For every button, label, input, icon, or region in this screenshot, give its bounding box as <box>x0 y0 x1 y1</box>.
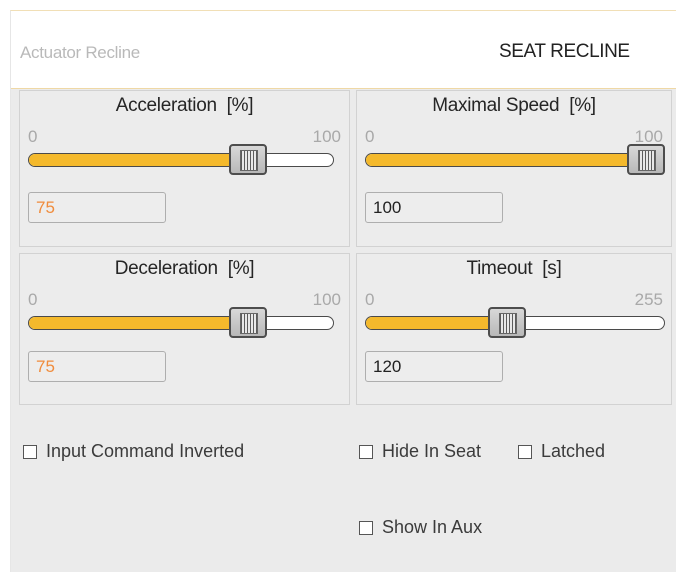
acceleration-slider-fill <box>29 154 257 166</box>
latched-checkbox[interactable]: Latched <box>518 441 605 462</box>
timeout-title: Timeout [s] <box>466 258 562 279</box>
hide-in-seat-checkbox[interactable]: Hide In Seat <box>359 441 481 462</box>
input-command-inverted-checkbox[interactable]: Input Command Inverted <box>23 441 244 462</box>
checkbox-box[interactable] <box>23 444 37 459</box>
timeout-group: Timeout [s] 0 255 120 <box>356 253 672 405</box>
deceleration-slider-thumb[interactable] <box>229 307 267 338</box>
acceleration-slider-thumb[interactable] <box>229 144 267 175</box>
deceleration-value-field[interactable]: 75 <box>28 351 166 382</box>
timeout-slider-fill <box>366 317 507 329</box>
deceleration-title: Deceleration [%] <box>114 258 255 279</box>
deceleration-slider-fill <box>29 317 257 329</box>
window: Actuator Recline SEAT RECLINE Accelerati… <box>0 0 676 572</box>
timeout-min-label: 0 <box>365 290 375 309</box>
acceleration-group: Acceleration [%] 0 100 75 <box>19 90 350 247</box>
maximal-speed-group: Maximal Speed [%] 0 100 100 <box>356 90 672 247</box>
panel-title: SEAT RECLINE <box>499 41 630 62</box>
deceleration-min-label: 0 <box>28 290 38 309</box>
maximal-speed-min-label: 0 <box>365 127 375 146</box>
acceleration-slider-track[interactable] <box>28 153 334 167</box>
checkbox-box[interactable] <box>518 444 532 459</box>
timeout-max-label: 255 <box>634 290 663 309</box>
deceleration-max-label: 100 <box>312 290 341 309</box>
deceleration-group: Deceleration [%] 0 100 75 <box>19 253 350 405</box>
maximal-speed-value-field[interactable]: 100 <box>365 192 503 223</box>
timeout-slider-thumb[interactable] <box>488 307 527 338</box>
header-bar: Actuator Recline SEAT RECLINE <box>11 11 676 89</box>
maximal-speed-slider-track[interactable] <box>365 153 665 167</box>
timeout-value-field[interactable]: 120 <box>365 351 503 382</box>
acceleration-value-field[interactable]: 75 <box>28 192 166 223</box>
maximal-speed-slider-thumb[interactable] <box>627 144 665 175</box>
acceleration-max-label: 100 <box>312 127 341 146</box>
show-in-aux-label: Show In Aux <box>382 517 483 537</box>
deceleration-slider-track[interactable] <box>28 316 334 330</box>
hide-in-seat-label: Hide In Seat <box>382 441 482 461</box>
show-in-aux-checkbox[interactable]: Show In Aux <box>359 517 482 538</box>
acceleration-title: Acceleration [%] <box>115 95 254 116</box>
checkbox-box[interactable] <box>359 444 373 459</box>
actuator-label: Actuator Recline <box>20 43 140 62</box>
maximal-speed-title: Maximal Speed [%] <box>432 95 596 116</box>
actuator-panel: Actuator Recline SEAT RECLINE Accelerati… <box>10 10 676 572</box>
acceleration-min-label: 0 <box>28 127 38 146</box>
latched-label: Latched <box>541 441 606 461</box>
checkbox-box[interactable] <box>359 520 373 535</box>
maximal-speed-slider-fill <box>366 154 664 166</box>
input-command-inverted-label: Input Command Inverted <box>46 441 245 461</box>
